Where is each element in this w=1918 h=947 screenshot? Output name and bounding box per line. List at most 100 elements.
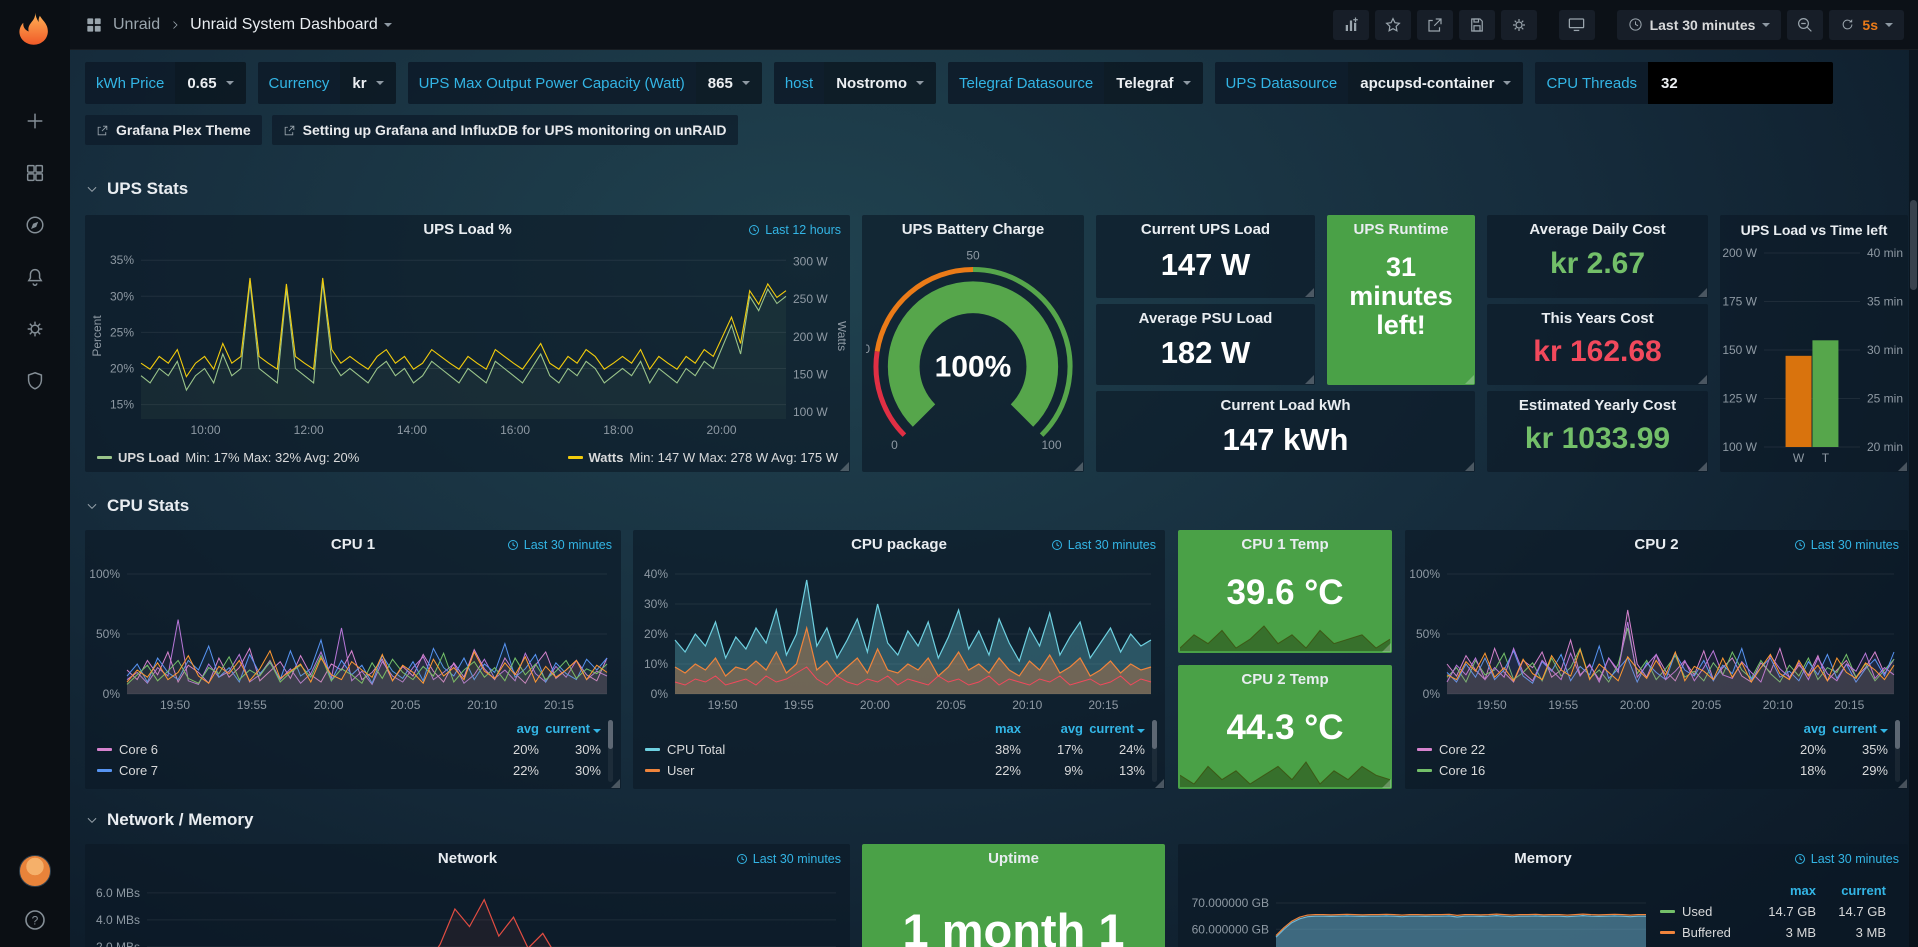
variable-value: Telegraf [1104, 62, 1202, 104]
panel-title[interactable]: UPS Load % [85, 215, 850, 245]
svg-text:10:00: 10:00 [190, 423, 220, 437]
zoom-out-time-button[interactable] [1787, 10, 1823, 40]
panel-time-range[interactable]: Last 12 hours [748, 223, 841, 237]
help-button[interactable]: ? [22, 907, 48, 933]
ups-load-chart[interactable]: 15%20%25%30%35%Percent100 W150 W200 W250… [89, 245, 846, 440]
svg-text:20: 20 [866, 342, 870, 356]
legend-series[interactable]: CPU Total [645, 742, 959, 757]
row-header-ups-stats[interactable]: UPS Stats [85, 179, 188, 199]
server-admin-button[interactable] [22, 368, 48, 394]
legend-series[interactable]: Buffered [1660, 925, 1746, 940]
refresh-picker[interactable]: 5s [1829, 10, 1904, 40]
link-ups-monitoring-guide[interactable]: Setting up Grafana and InfluxDB for UPS … [272, 115, 738, 145]
panel-time-range[interactable]: Last 30 minutes [736, 852, 841, 866]
memory-chart[interactable]: 50.000000 GB60.000000 GB70.000000 GB [1182, 874, 1656, 947]
panel-title[interactable]: Current Load kWh [1096, 391, 1475, 421]
legend-header-max[interactable]: max [1746, 883, 1816, 898]
sort-caret-icon [593, 729, 601, 733]
explore-button[interactable] [22, 212, 48, 238]
panel-title[interactable]: CPU 2 Temp [1178, 665, 1392, 695]
add-panel-button[interactable] [1333, 10, 1369, 40]
sidebar-nav [22, 108, 48, 394]
breadcrumb-folder[interactable]: Unraid [113, 16, 160, 34]
caret-down-icon [1885, 23, 1893, 27]
panel-title[interactable]: Current UPS Load [1096, 215, 1315, 245]
cycle-view-mode-button[interactable] [1559, 10, 1595, 40]
panel-title[interactable]: Average PSU Load [1096, 304, 1315, 334]
caret-down-icon [1503, 81, 1511, 85]
panel-title[interactable]: UPS Battery Charge [862, 215, 1084, 245]
variable-host[interactable]: host Nostromo [774, 62, 936, 104]
caret-down-icon [916, 81, 924, 85]
panel-title[interactable]: This Years Cost [1487, 304, 1708, 334]
panel-title[interactable]: Uptime [862, 844, 1165, 874]
svg-text:150 W: 150 W [1722, 343, 1757, 357]
legend-scrollbar[interactable] [608, 720, 613, 782]
save-dashboard-button[interactable] [1459, 10, 1495, 40]
panel-title[interactable]: CPU 1 Temp [1178, 530, 1392, 560]
variable-label: CPU Threads [1535, 62, 1648, 104]
stat-value: 44.3 °C [1184, 709, 1386, 747]
panel-title[interactable]: UPS Runtime [1327, 215, 1475, 245]
row-header-cpu-stats[interactable]: CPU Stats [85, 496, 189, 516]
link-grafana-plex-theme[interactable]: Grafana Plex Theme [85, 115, 262, 145]
legend-header-current[interactable]: current [1826, 721, 1888, 736]
svg-text:40%: 40% [644, 567, 668, 581]
legend-header-avg[interactable]: avg [1764, 721, 1826, 736]
time-range-picker[interactable]: Last 30 minutes [1617, 10, 1782, 40]
legend-header-current[interactable]: current [539, 721, 601, 736]
panel-time-range[interactable]: Last 30 minutes [1794, 852, 1899, 866]
legend-header-max[interactable]: max [959, 721, 1021, 736]
variable-kwh-price[interactable]: kWh Price 0.65 [85, 62, 246, 104]
row-header-network-memory[interactable]: Network / Memory [85, 810, 253, 830]
legend-series-ups-load[interactable]: UPS LoadMin: 17% Max: 32% Avg: 20% [97, 450, 359, 465]
variable-currency[interactable]: Currency kr [258, 62, 396, 104]
page-scrollbar[interactable] [1909, 50, 1918, 947]
dashboard-title[interactable]: Unraid System Dashboard [190, 16, 392, 34]
legend-header-current[interactable]: current [1816, 883, 1886, 898]
panel-time-range[interactable]: Last 30 minutes [507, 538, 612, 552]
user-avatar[interactable] [19, 855, 51, 887]
dashboard-settings-button[interactable] [1501, 10, 1537, 40]
legend-series-watts[interactable]: WattsMin: 147 W Max: 278 W Avg: 175 W [568, 450, 838, 465]
variable-ups-max-output[interactable]: UPS Max Output Power Capacity (Watt) 865 [408, 62, 762, 104]
legend-series[interactable]: Core 7 [97, 763, 477, 778]
legend-series[interactable]: Core 6 [97, 742, 477, 757]
legend-series[interactable]: User [645, 763, 959, 778]
svg-text:19:50: 19:50 [1477, 698, 1507, 712]
variable-ups-datasource[interactable]: UPS Datasource apcupsd-container [1215, 62, 1524, 104]
network-chart[interactable]: 2.0 MBs4.0 MBs6.0 MBs [89, 874, 846, 947]
dashboards-button[interactable] [22, 160, 48, 186]
battery-gauge[interactable]: 02050100100% [866, 245, 1080, 466]
cpu-package-chart[interactable]: 0%10%20%30%40%19:5019:5520:0020:0520:102… [637, 560, 1161, 715]
legend-header-current[interactable]: current [1083, 721, 1145, 736]
panel-title[interactable]: Average Daily Cost [1487, 215, 1708, 245]
ups-load-vs-time-chart[interactable]: 100 W125 W150 W175 W200 W20 min25 min30 … [1722, 245, 1906, 468]
grafana-logo[interactable] [17, 10, 53, 46]
cpu-threads-input[interactable] [1648, 62, 1833, 104]
legend-header-avg[interactable]: avg [1021, 721, 1083, 736]
legend-series[interactable]: Core 22 [1417, 742, 1764, 757]
svg-text:20:00: 20:00 [706, 423, 736, 437]
panel-time-range[interactable]: Last 30 minutes [1051, 538, 1156, 552]
svg-text:30%: 30% [644, 597, 668, 611]
legend-scrollbar[interactable] [1152, 720, 1157, 782]
legend-series[interactable]: Used [1660, 904, 1746, 919]
cpu2-chart[interactable]: 0%50%100%19:5019:5520:0020:0520:1020:15 [1409, 560, 1904, 715]
legend-scrollbar[interactable] [1895, 720, 1900, 782]
legend-series[interactable]: Core 16 [1417, 763, 1764, 778]
create-button[interactable] [22, 108, 48, 134]
variable-telegraf-datasource[interactable]: Telegraf Datasource Telegraf [948, 62, 1203, 104]
panel-time-range[interactable]: Last 30 minutes [1794, 538, 1899, 552]
alerting-button[interactable] [22, 264, 48, 290]
svg-text:0: 0 [891, 438, 898, 452]
scrollbar-thumb[interactable] [1910, 200, 1917, 290]
configuration-button[interactable] [22, 316, 48, 342]
panel-title[interactable]: Estimated Yearly Cost [1487, 391, 1708, 421]
variable-label: kWh Price [85, 62, 175, 104]
panel-title[interactable]: UPS Load vs Time left [1720, 215, 1908, 245]
legend-header-avg[interactable]: avg [477, 721, 539, 736]
cpu1-chart[interactable]: 0%50%100%19:5019:5520:0020:0520:1020:15 [89, 560, 617, 715]
share-dashboard-button[interactable] [1417, 10, 1453, 40]
star-dashboard-button[interactable] [1375, 10, 1411, 40]
